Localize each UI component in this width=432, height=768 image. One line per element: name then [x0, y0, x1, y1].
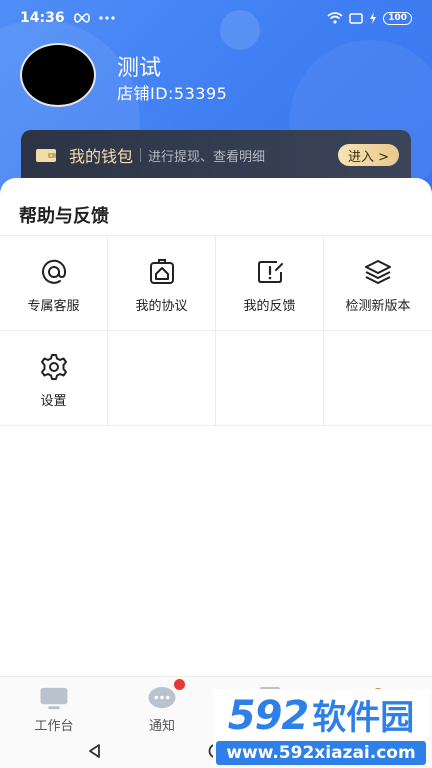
gear-icon	[40, 354, 67, 380]
more-dots-icon	[98, 16, 115, 20]
charging-icon	[370, 12, 377, 24]
grid-item-label: 设置	[40, 394, 67, 409]
grid-item-label: 我的协议	[135, 299, 188, 314]
feedback-icon	[257, 261, 283, 283]
watermark-text: 软件园	[312, 698, 415, 738]
status-bar: 14:36 100	[0, 0, 432, 36]
tab-notifications[interactable]: 通知	[108, 677, 216, 734]
tab-label: 工作台	[34, 719, 74, 734]
shop-id: 店铺ID:53395	[117, 84, 228, 103]
tab-label: 通知	[148, 719, 175, 734]
empty-cell	[324, 331, 432, 425]
wallet-banner[interactable]: 我的钱包 进行提现、查看明细 进入 >	[21, 130, 411, 180]
infinity-icon	[73, 13, 90, 23]
watermark-number: 592	[227, 693, 309, 739]
chat-bubble-icon	[148, 686, 176, 709]
grid-item-label: 检测新版本	[345, 299, 411, 314]
watermark-logo: 592 软件园 www.592xiazai.com	[213, 689, 429, 766]
empty-cell	[108, 331, 216, 425]
customer-service-button[interactable]: 专属客服	[0, 236, 108, 330]
status-time: 14:36	[20, 10, 65, 26]
grid-item-label: 我的反馈	[243, 299, 296, 314]
battery-level: 100	[383, 11, 412, 25]
watermark-url: www.592xiazai.com	[216, 741, 426, 765]
wallet-icon	[36, 149, 56, 162]
help-feedback-panel: 帮助与反馈 专属客服 我的协议 我的反馈 检测新版本 设置	[0, 178, 432, 676]
back-icon[interactable]	[88, 744, 102, 758]
notification-badge	[174, 679, 185, 690]
user-name: 测试	[117, 56, 162, 81]
wallet-description: 进行提现、查看明细	[148, 149, 266, 165]
divider	[140, 148, 142, 162]
help-grid: 专属客服 我的协议 我的反馈 检测新版本 设置	[0, 235, 432, 426]
screen-icon	[349, 12, 363, 24]
empty-cell	[216, 331, 324, 425]
wallet-title: 我的钱包	[69, 147, 134, 166]
grid-row: 专属客服 我的协议 我的反馈 检测新版本	[0, 236, 432, 331]
wifi-icon	[327, 12, 343, 24]
section-title: 帮助与反馈	[19, 206, 109, 227]
grid-item-label: 专属客服	[27, 299, 80, 314]
monitor-icon	[40, 687, 68, 710]
grid-row: 设置	[0, 331, 432, 426]
tab-workbench[interactable]: 工作台	[0, 677, 108, 734]
wallet-enter-button[interactable]: 进入 >	[337, 144, 399, 166]
check-update-button[interactable]: 检测新版本	[324, 236, 432, 330]
avatar[interactable]	[20, 43, 96, 107]
my-feedback-button[interactable]: 我的反馈	[216, 236, 324, 330]
at-sign-icon	[41, 259, 66, 284]
my-agreement-button[interactable]: 我的协议	[108, 236, 216, 330]
settings-button[interactable]: 设置	[0, 331, 108, 425]
agreement-icon	[149, 259, 174, 284]
layers-icon	[365, 260, 391, 284]
